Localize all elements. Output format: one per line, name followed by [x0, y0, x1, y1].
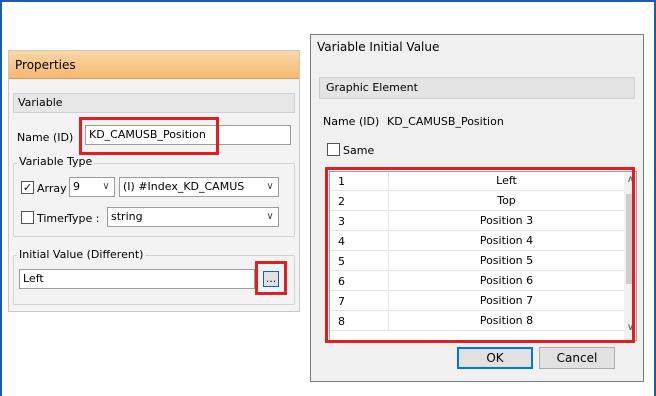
variable-type-label: Variable Type	[17, 155, 95, 168]
type-label: Type :	[67, 212, 100, 225]
same-checkbox[interactable]	[327, 143, 340, 156]
name-highlight-box	[79, 117, 219, 155]
properties-panel: Properties Variable Name (ID) KD_CAMUSB_…	[8, 50, 300, 312]
page-border-top	[0, 0, 656, 2]
same-label: Same	[343, 144, 375, 157]
timer-label: Timer	[37, 212, 69, 225]
list-highlight-box	[325, 167, 635, 343]
name-id-label: Name (ID)	[17, 131, 74, 144]
graphic-element-section: Graphic Element	[319, 77, 635, 99]
chevron-down-icon: ∨	[102, 181, 110, 192]
cancel-button[interactable]: Cancel	[539, 347, 615, 369]
type-select[interactable]: string ∨	[107, 207, 279, 227]
screenshot-canvas: Properties Variable Name (ID) KD_CAMUSB_…	[0, 0, 656, 396]
variable-initial-value-dialog: Variable Initial Value Graphic Element N…	[310, 34, 644, 382]
array-label: Array	[37, 182, 67, 195]
array-index-select[interactable]: (I) #Index_KD_CAMUS ∨	[119, 177, 279, 197]
array-size-value: 9	[73, 180, 80, 193]
dialog-name-label: Name (ID)	[323, 115, 380, 128]
initial-value-input[interactable]: Left	[19, 269, 255, 289]
dialog-title: Variable Initial Value	[317, 40, 440, 54]
array-checkbox[interactable]: ✓	[21, 181, 34, 194]
type-value: string	[111, 210, 143, 223]
dialog-name-value: KD_CAMUSB_Position	[387, 115, 504, 128]
timer-checkbox[interactable]	[21, 211, 34, 224]
page-border-left	[0, 0, 2, 396]
properties-title: Properties	[9, 51, 299, 79]
chevron-down-icon: ∨	[266, 211, 274, 222]
chevron-down-icon: ∨	[266, 181, 274, 192]
array-size-select[interactable]: 9 ∨	[69, 177, 115, 197]
ok-button[interactable]: OK	[457, 347, 533, 369]
initial-value-label: Initial Value (Different)	[17, 248, 146, 261]
browse-highlight-box	[255, 261, 287, 295]
variable-section-header: Variable	[13, 93, 295, 113]
array-index-value: (I) #Index_KD_CAMUS	[123, 180, 245, 193]
